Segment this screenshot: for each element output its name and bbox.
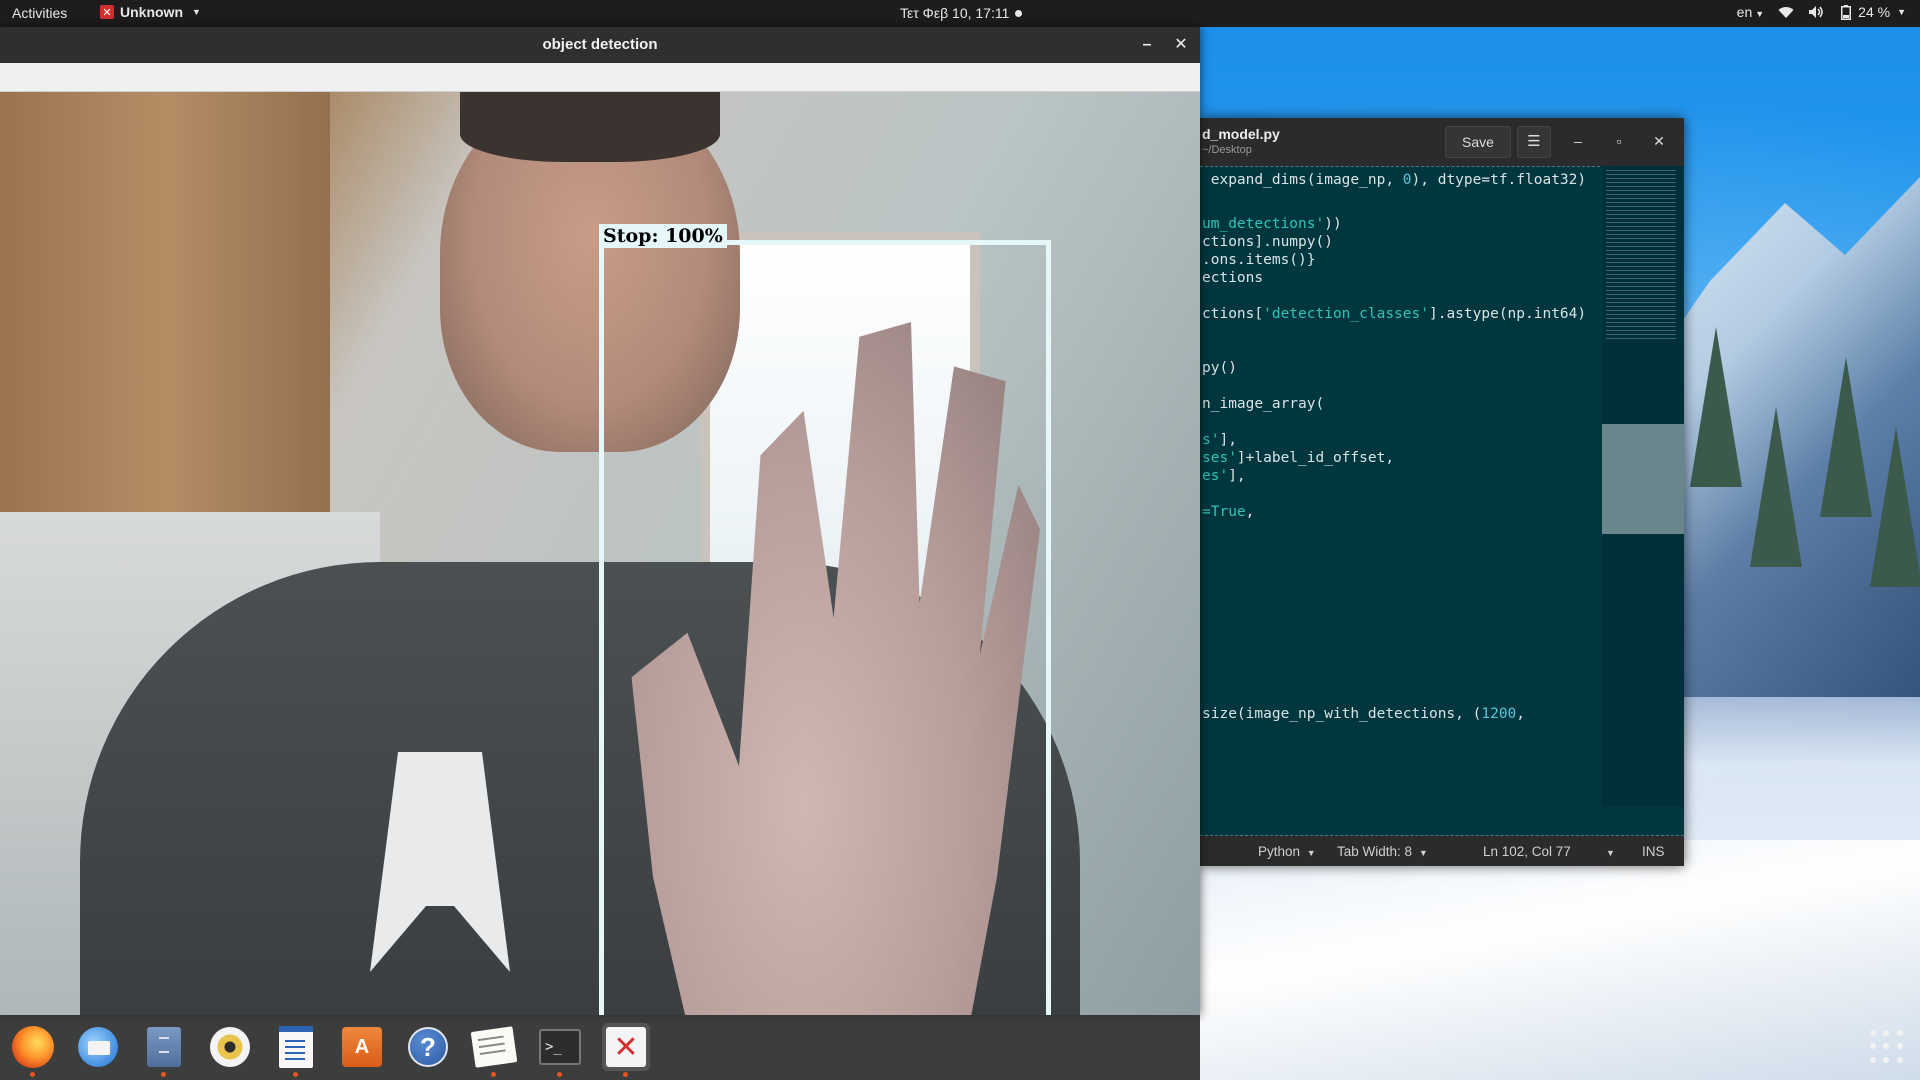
help-icon: ? xyxy=(408,1027,448,1067)
dock-item-software[interactable]: A xyxy=(338,1023,386,1071)
dock: A ? >_ ✕ xyxy=(0,1015,1200,1080)
code-line: es'], xyxy=(1202,468,1246,484)
system-tray[interactable]: en ▼ 24 % ▼ xyxy=(1737,4,1906,20)
mail-icon xyxy=(78,1027,118,1067)
maximize-icon[interactable]: ▫ xyxy=(1608,130,1630,152)
camera-background-cabinet xyxy=(0,92,330,512)
code-view[interactable]: expand_dims(image_np, 0), dtype=tf.float… xyxy=(1200,166,1600,807)
tab-width-selector[interactable]: Tab Width: 8 ▼ xyxy=(1337,844,1428,859)
code-line: ctions['detection_classes'].astype(np.in… xyxy=(1202,306,1587,322)
window-titlebar[interactable]: object detection – ✕ xyxy=(0,27,1200,63)
detection-label: Stop: 100% xyxy=(599,224,727,248)
battery-icon xyxy=(1838,4,1854,20)
editor-status-bar: Python ▼ Tab Width: 8 ▼ Ln 102, Col 77 ▼… xyxy=(1200,835,1684,866)
window-title: object detection xyxy=(542,36,658,53)
notification-dot-icon xyxy=(1015,9,1023,17)
camera-person-hair xyxy=(460,92,720,162)
close-icon[interactable]: ✕ xyxy=(1169,33,1193,57)
files-icon xyxy=(147,1027,181,1067)
wallpaper-tree xyxy=(1750,407,1802,567)
code-line: .ons.items()} xyxy=(1202,252,1316,268)
chevron-down-icon: ▼ xyxy=(1897,7,1906,17)
top-bar: Activities ✕ Unknown ▼ Τετ Φεβ 10, 17:11… xyxy=(0,0,1920,27)
dock-item-terminal[interactable]: >_ xyxy=(536,1023,584,1077)
save-button[interactable]: Save xyxy=(1445,126,1511,158)
code-line: n_image_array( xyxy=(1202,396,1325,412)
running-indicator xyxy=(293,1072,298,1077)
window-toolbar xyxy=(0,63,1200,92)
language-selector[interactable]: Python ▼ xyxy=(1258,844,1316,859)
writer-icon xyxy=(279,1026,313,1068)
wallpaper-tree xyxy=(1870,427,1920,587)
cursor-position[interactable]: Ln 102, Col 77 xyxy=(1483,844,1571,859)
dock-item-firefox[interactable] xyxy=(9,1023,57,1077)
terminal-icon: >_ xyxy=(539,1029,581,1065)
minimap-viewport[interactable] xyxy=(1602,424,1684,534)
code-line: size(image_np_with_detections, (1200, xyxy=(1202,706,1526,722)
app-menu-label: Unknown xyxy=(120,4,183,20)
activities-button[interactable]: Activities xyxy=(12,5,67,21)
code-line: ses']+label_id_offset, xyxy=(1202,450,1395,466)
running-indicator xyxy=(557,1072,562,1077)
insert-mode: INS xyxy=(1642,844,1665,859)
code-line: =True, xyxy=(1202,504,1255,520)
editor-header-bar: d_model.py ~/Desktop Save ☰ – ▫ ✕ xyxy=(1200,118,1684,166)
wallpaper-tree xyxy=(1690,327,1742,487)
running-indicator xyxy=(491,1072,496,1077)
code-line: py() xyxy=(1202,360,1237,376)
editor-filename: d_model.py xyxy=(1202,126,1280,142)
volume-icon xyxy=(1808,5,1824,19)
language-indicator[interactable]: en ▼ xyxy=(1737,4,1765,20)
dock-item-files[interactable] xyxy=(140,1023,188,1077)
show-applications-grid-icon[interactable] xyxy=(1870,1030,1904,1064)
running-indicator xyxy=(30,1072,35,1077)
wifi-icon xyxy=(1778,5,1794,19)
dock-item-help[interactable]: ? xyxy=(404,1023,452,1071)
app-menu[interactable]: ✕ Unknown ▼ xyxy=(100,4,201,20)
clock-label: Τετ Φεβ 10, 17:11 xyxy=(900,5,1010,21)
dock-item-thunderbird[interactable] xyxy=(74,1023,122,1071)
clock[interactable]: Τετ Φεβ 10, 17:11 xyxy=(900,5,1023,21)
editor-icon xyxy=(470,1026,518,1068)
wallpaper-tree xyxy=(1820,357,1872,517)
app-icon: ✕ xyxy=(606,1027,646,1067)
camera-frame: Stop: 100% xyxy=(0,92,1200,1015)
battery-label: 24 % xyxy=(1858,4,1891,20)
object-detection-window[interactable]: object detection – ✕ Stop: 100% xyxy=(0,27,1200,1015)
running-indicator xyxy=(161,1072,166,1077)
desktop-area xyxy=(1200,1015,1920,1080)
code-line: ctions].numpy() xyxy=(1202,234,1333,250)
minimize-icon[interactable]: – xyxy=(1135,33,1159,57)
text-editor-window[interactable]: d_model.py ~/Desktop Save ☰ – ▫ ✕ expand… xyxy=(1200,118,1684,866)
hamburger-menu-icon[interactable]: ☰ xyxy=(1517,126,1551,158)
app-menu-icon: ✕ xyxy=(100,5,114,19)
dock-item-rhythmbox[interactable] xyxy=(206,1023,254,1071)
chevron-down-icon: ▼ xyxy=(192,7,201,17)
running-indicator xyxy=(623,1072,628,1077)
code-line: ections xyxy=(1202,270,1264,286)
detection-bounding-box xyxy=(599,240,1051,1015)
code-line: s'], xyxy=(1202,432,1237,448)
firefox-icon xyxy=(12,1026,54,1068)
dock-item-text-editor[interactable] xyxy=(470,1023,518,1077)
editor-minimap[interactable] xyxy=(1602,166,1684,806)
minimize-icon[interactable]: – xyxy=(1567,130,1589,152)
music-icon xyxy=(210,1027,250,1067)
code-line: um_detections')) xyxy=(1202,216,1342,232)
store-icon: A xyxy=(342,1027,382,1067)
dock-item-writer[interactable] xyxy=(272,1023,320,1077)
dock-item-unknown-app[interactable]: ✕ xyxy=(602,1023,650,1077)
close-icon[interactable]: ✕ xyxy=(1648,130,1670,152)
chevron-down-icon[interactable]: ▼ xyxy=(1603,844,1615,859)
minimap-lines xyxy=(1606,170,1676,340)
editor-path: ~/Desktop xyxy=(1202,144,1252,156)
code-line: expand_dims(image_np, 0), dtype=tf.float… xyxy=(1202,172,1587,188)
battery-indicator[interactable]: 24 % ▼ xyxy=(1838,4,1906,20)
